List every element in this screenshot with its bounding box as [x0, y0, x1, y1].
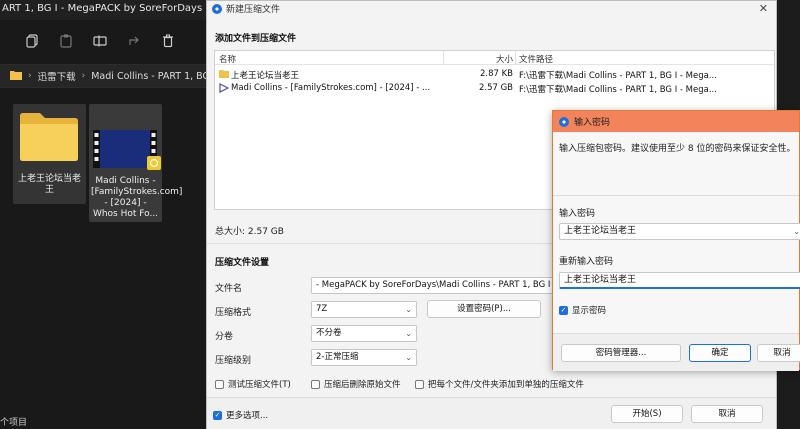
password-title: 输入密码	[574, 118, 611, 128]
table-row[interactable]: Madi Collins - [FamilyStrokes.com] - [20…	[215, 81, 774, 95]
breadcrumb-item-downloads[interactable]: 迅雷下载	[38, 69, 76, 83]
checkmark-icon[interactable]: ✓	[559, 305, 568, 315]
filename-label: 文件名	[215, 284, 243, 294]
start-button[interactable]: 开始(S)	[611, 405, 683, 423]
checkbox-box[interactable]	[415, 379, 424, 389]
level-label: 压缩级别	[215, 356, 252, 366]
password-dialog: 输入密码 输入压缩包密码。建议使用至少 8 位的密码来保证安全性。 输入密码 上…	[552, 110, 800, 371]
folder-tile[interactable]: 上老王论坛当老王	[13, 104, 86, 204]
share-icon[interactable]	[124, 31, 144, 51]
video-tile[interactable]: Madi Collins - [FamilyStrokes.com] - [20…	[89, 104, 183, 222]
test-archive-checkbox[interactable]: 测试压缩文件(T)	[215, 378, 291, 390]
chevron-down-icon: ⌄	[405, 329, 412, 338]
copy-icon[interactable]	[22, 31, 42, 51]
cancel-button[interactable]: 取消	[691, 405, 763, 423]
file-size: 2.87 KB	[479, 69, 513, 79]
chevron-right-icon: ›	[28, 71, 32, 81]
divider	[553, 195, 799, 196]
format-label: 压缩格式	[215, 308, 252, 318]
rename-icon[interactable]	[90, 31, 110, 51]
file-explorer-window: ART 1, BG I - MegaPACK by SoreForDays › …	[0, 0, 210, 429]
folder-icon	[10, 70, 22, 83]
file-path: F:\迅雷下载\Madi Collins - PART 1, BG I - Me…	[519, 71, 717, 81]
password-cancel-button[interactable]: 取消	[757, 344, 800, 362]
explorer-toolbar	[0, 24, 210, 58]
explorer-title: ART 1, BG I - MegaPACK by SoreForDays	[0, 0, 210, 20]
password-footer: 密码管理器... 确定 取消	[553, 333, 800, 371]
folder-label: 上老王论坛当老王	[17, 174, 81, 195]
paste-icon[interactable]	[56, 31, 76, 51]
breadcrumb-item-current[interactable]: Madi Collins - PART 1, BG I -	[91, 71, 210, 82]
delete-after-checkbox[interactable]: 压缩后删除原始文件	[311, 378, 401, 390]
password-manager-button[interactable]: 密码管理器...	[561, 344, 681, 362]
chevron-down-icon: ⌄	[793, 227, 800, 236]
checkbox-box[interactable]	[215, 379, 224, 389]
breadcrumb: › 迅雷下载 › Madi Collins - PART 1, BG I -	[0, 64, 210, 88]
split-label: 分卷	[215, 332, 234, 342]
column-header-name[interactable]: 名称	[219, 53, 441, 65]
password-input[interactable]: 上老王论坛当老王 ⌄	[559, 223, 800, 240]
file-path: F:\迅雷下载\Madi Collins - PART 1, BG I - Me…	[519, 85, 717, 95]
password-titlebar: 输入密码	[553, 111, 799, 132]
reenter-password-input[interactable]: 上老王论坛当老王	[559, 272, 800, 289]
dialog-footer: ✓ 更多选项... 开始(S) 取消	[207, 397, 776, 429]
settings-heading: 压缩文件设置	[215, 258, 270, 268]
folder-icon	[18, 110, 80, 165]
level-select[interactable]: 2-正常压缩 ⌄	[311, 349, 417, 366]
file-name: Madi Collins - [FamilyStrokes.com] - [20…	[231, 83, 431, 93]
checkmark-icon[interactable]: ✓	[213, 410, 222, 420]
folder-icon	[219, 69, 229, 81]
enter-password-label: 输入密码	[559, 209, 596, 219]
video-file-icon	[219, 83, 229, 96]
format-select[interactable]: 7Z ⌄	[311, 301, 417, 318]
close-icon[interactable]: ✕	[759, 2, 768, 15]
file-name: 上老王论坛当老王	[231, 71, 300, 81]
ok-button[interactable]: 确定	[689, 344, 751, 362]
table-row[interactable]: 上老王论坛当老王 2.87 KB F:\迅雷下载\Madi Collins - …	[215, 67, 774, 81]
separate-archives-checkbox[interactable]: 把每个文件/文件夹添加到单独的压缩文件	[415, 378, 584, 390]
filename-input[interactable]: - MegaPACK by SoreForDays\Madi Collins -…	[311, 277, 557, 294]
status-bar: 个项目	[0, 418, 28, 428]
column-header-size[interactable]: 大小	[447, 53, 513, 65]
reenter-password-label: 重新输入密码	[559, 257, 614, 267]
file-size: 2.57 GB	[478, 83, 513, 93]
add-files-heading: 添加文件到压缩文件	[215, 34, 297, 44]
file-list-header: 名称 大小 文件路径	[215, 51, 774, 65]
chevron-down-icon: ⌄	[405, 305, 412, 314]
dialog-title: 新建压缩文件	[226, 5, 281, 15]
dialog-titlebar: 新建压缩文件	[207, 1, 776, 16]
delete-icon[interactable]	[158, 31, 178, 51]
app-logo-icon	[212, 3, 222, 14]
set-password-button[interactable]: 设置密码(P)...	[427, 300, 541, 318]
more-options-checkbox[interactable]: ✓ 更多选项...	[213, 409, 268, 421]
checkbox-box[interactable]	[311, 379, 320, 389]
chevron-down-icon: ⌄	[405, 353, 412, 362]
app-logo-icon	[559, 116, 569, 127]
chevron-right-icon: ›	[81, 71, 86, 81]
video-thumbnail-icon	[93, 130, 161, 175]
show-password-checkbox[interactable]: ✓ 显示密码	[559, 304, 606, 316]
password-description: 输入压缩包密码。建议使用至少 8 位的密码来保证安全性。	[559, 144, 796, 154]
total-size: 总大小: 2.57 GB	[215, 227, 284, 237]
column-header-path[interactable]: 文件路径	[519, 53, 729, 65]
split-select[interactable]: 不分卷 ⌄	[311, 325, 417, 342]
video-label: Madi Collins - [FamilyStrokes.com] - [20…	[91, 176, 183, 219]
